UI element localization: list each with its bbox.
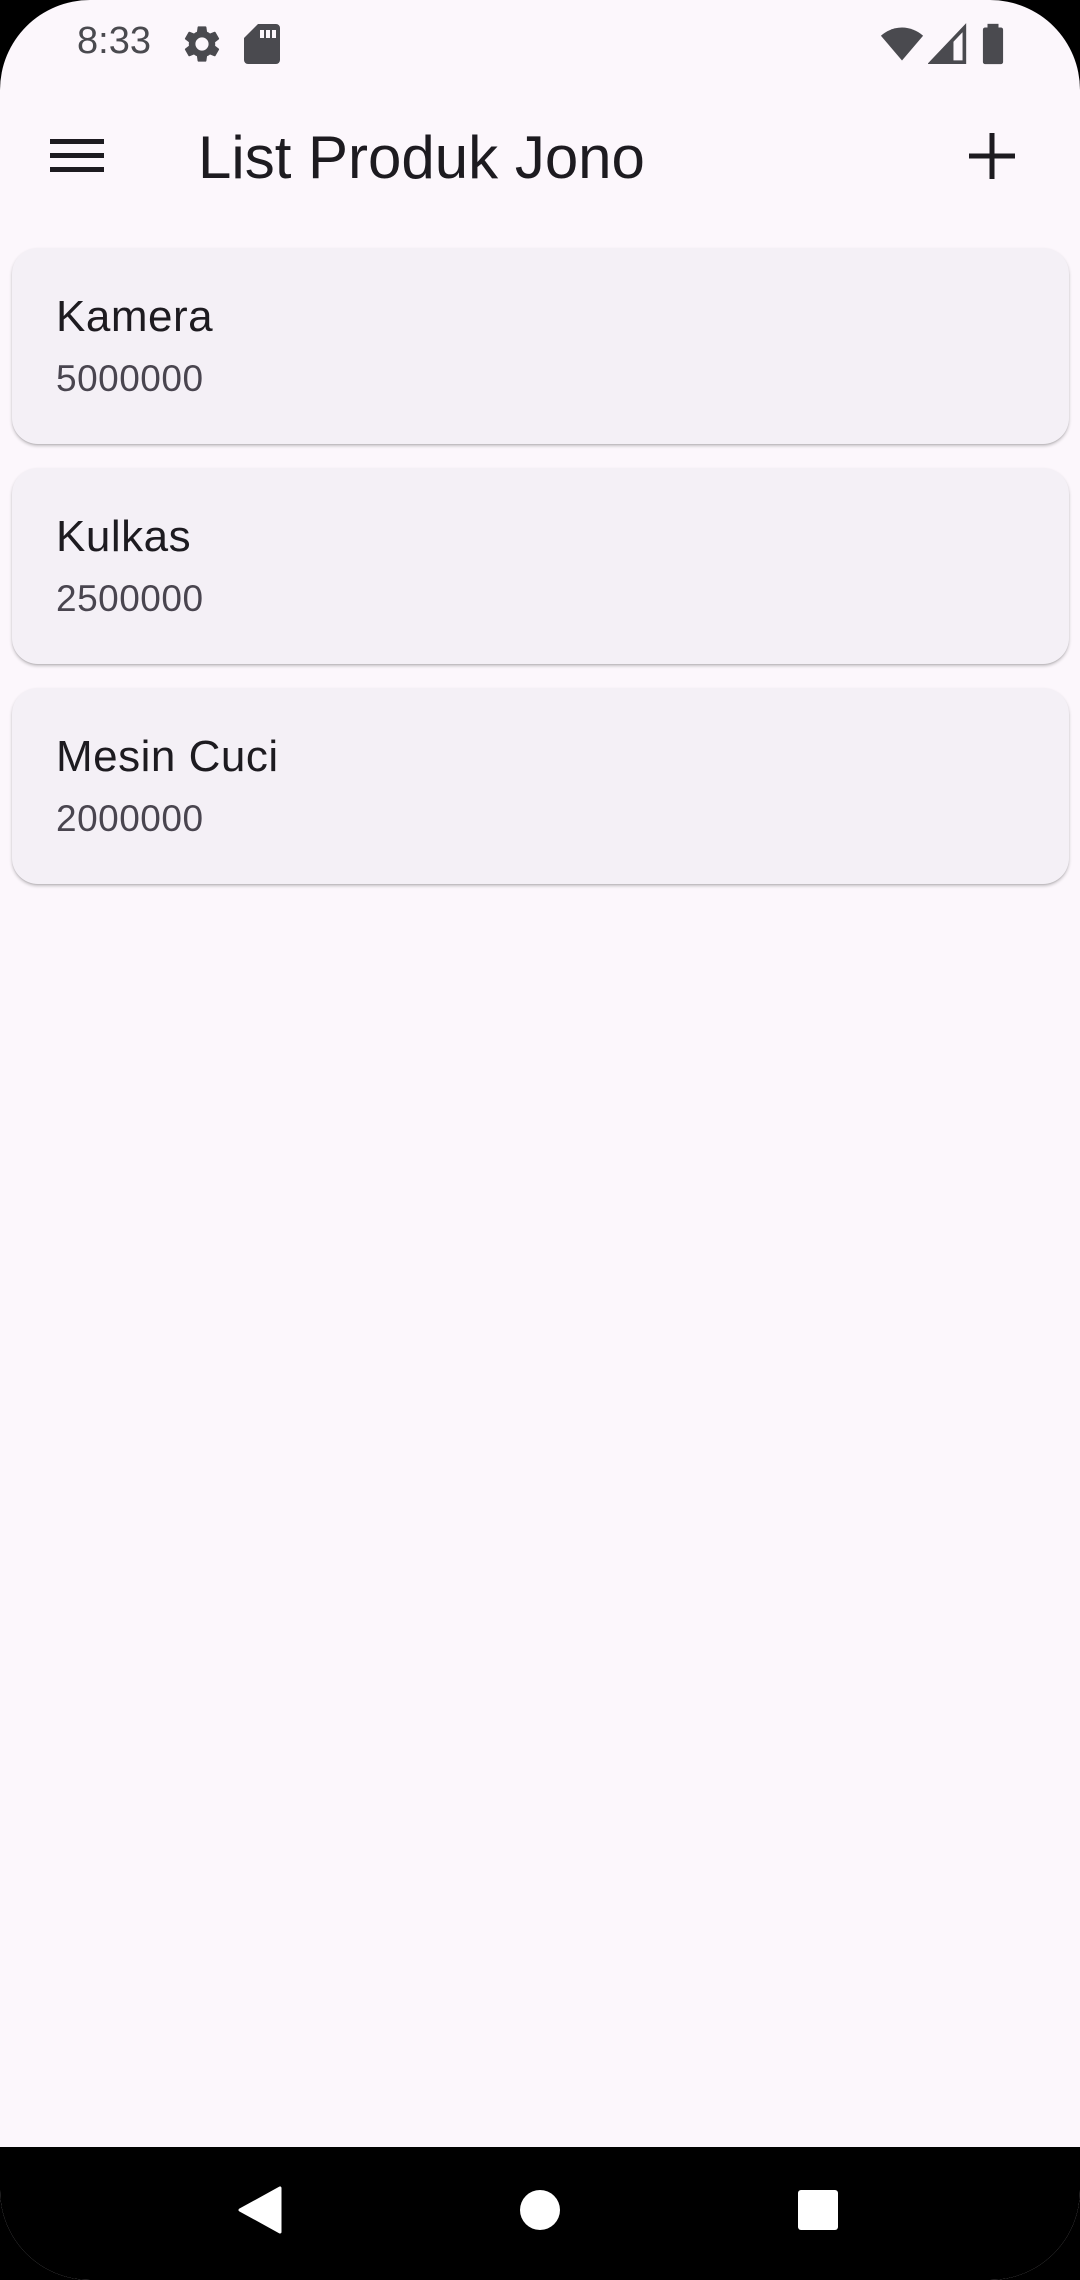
battery-icon <box>980 22 1006 66</box>
home-button[interactable] <box>490 2167 590 2257</box>
status-time: 8:33 <box>77 20 151 62</box>
add-icon <box>969 132 1015 184</box>
phone-screen: 8:33 List Produk Jono Kamera 5000000 Kul… <box>0 0 1080 2280</box>
page-title: List Produk Jono <box>198 124 645 191</box>
product-card[interactable]: Kamera 5000000 <box>12 248 1069 444</box>
home-icon <box>519 2189 561 2236</box>
product-name: Mesin Cuci <box>56 732 279 781</box>
navigation-bar <box>0 2147 1080 2280</box>
back-icon <box>238 2186 282 2239</box>
back-button[interactable] <box>210 2167 310 2257</box>
menu-icon <box>50 136 104 181</box>
recents-button[interactable] <box>768 2167 868 2257</box>
product-card[interactable]: Mesin Cuci 2000000 <box>12 688 1069 884</box>
status-bar: 8:33 <box>0 0 1080 88</box>
product-price: 2500000 <box>56 578 204 619</box>
product-card[interactable]: Kulkas 2500000 <box>12 468 1069 664</box>
app-bar: List Produk Jono <box>0 88 1080 228</box>
wifi-icon <box>880 22 924 66</box>
settings-icon <box>180 22 224 66</box>
sd-card-icon <box>242 22 282 66</box>
product-name: Kulkas <box>56 512 192 561</box>
product-price: 2000000 <box>56 798 204 839</box>
add-product-button[interactable] <box>952 118 1032 198</box>
recents-icon <box>797 2189 839 2236</box>
product-list: Kamera 5000000 Kulkas 2500000 Mesin Cuci… <box>12 248 1069 908</box>
product-name: Kamera <box>56 292 214 341</box>
menu-button[interactable] <box>37 118 117 198</box>
product-price: 5000000 <box>56 358 204 399</box>
signal-icon <box>927 22 968 66</box>
